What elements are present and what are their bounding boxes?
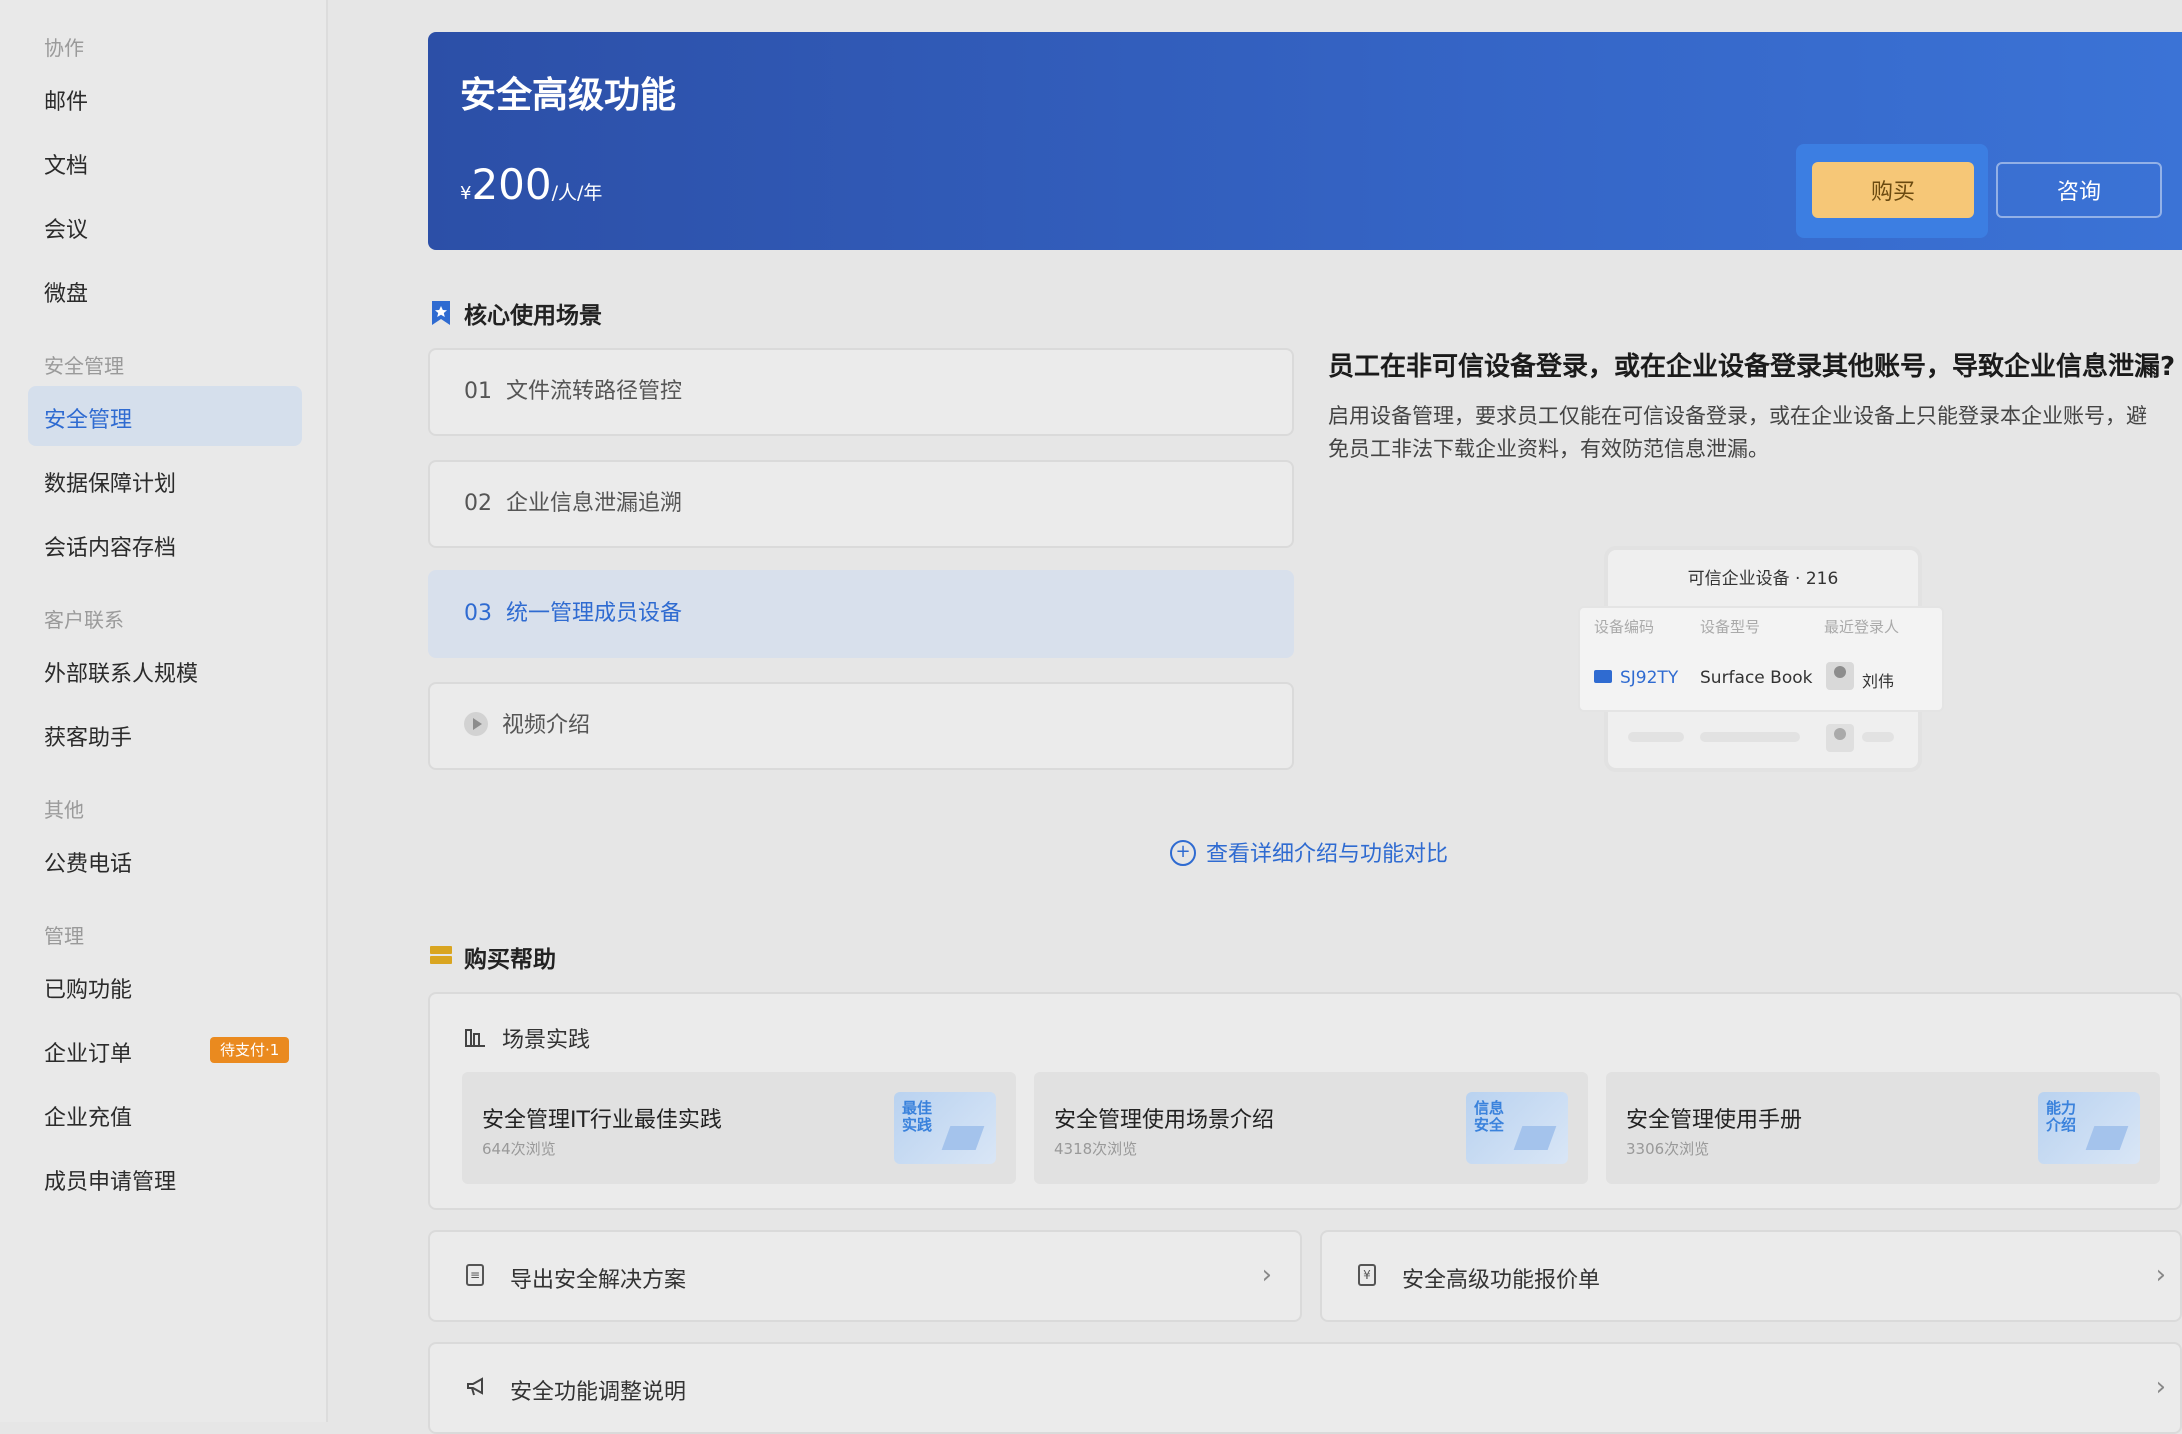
practice-card[interactable]: 安全管理使用场景介绍 4318次浏览 信息安全	[1034, 1072, 1588, 1184]
sidebar: 协作 邮件 文档 会议 微盘 安全管理 安全管理 数据保障计划 会话内容存档 客…	[0, 0, 328, 1422]
sidebar-item-archive[interactable]: 会话内容存档	[44, 530, 176, 562]
view-details-label: 查看详细介绍与功能对比	[1206, 842, 1449, 867]
sidebar-item-meeting[interactable]: 会议	[44, 212, 88, 244]
export-solution-row[interactable]: ≡ 导出安全解决方案 ›	[428, 1230, 1302, 1322]
scenario-item-2[interactable]: 02 企业信息泄漏追溯	[428, 460, 1294, 548]
export-solution-label: 导出安全解决方案	[510, 1268, 687, 1293]
sidebar-item-mail[interactable]: 邮件	[44, 84, 88, 116]
core-scenarios-title: 核心使用场景	[464, 303, 602, 329]
purchase-help-title: 购买帮助	[464, 947, 556, 973]
sidebar-item-external[interactable]: 外部联系人规模	[44, 656, 198, 688]
sidebar-item-docs[interactable]: 文档	[44, 148, 88, 180]
illustration-header: 设备编码	[1594, 618, 1655, 636]
scenario-number: 03	[464, 601, 492, 626]
sidebar-item-phone[interactable]: 公费电话	[44, 846, 132, 878]
illustration-device-code: SJ92TY	[1620, 668, 1679, 688]
scenario-item-1[interactable]: 01 文件流转路径管控	[428, 348, 1294, 436]
illustration-title: 可信企业设备 · 216	[1687, 569, 1839, 589]
quote-row[interactable]: ¥ 安全高级功能报价单 ›	[1320, 1230, 2182, 1322]
sidebar-item-purchased[interactable]: 已购功能	[44, 972, 132, 1004]
feature-banner: 安全高级功能 ¥200/人/年 购买 咨询	[428, 32, 2182, 250]
scenario-label: 文件流转路径管控	[506, 379, 683, 404]
scenario-number: 02	[464, 491, 492, 516]
bookmark-icon	[432, 301, 450, 325]
practice-card-views: 644次浏览	[482, 1140, 556, 1158]
scenario-detail-title: 员工在非可信设备登录，或在企业设备登录其他账号，导致企业信息泄漏?	[1328, 352, 2176, 382]
avatar	[1826, 662, 1854, 690]
group-manage: 管理	[44, 924, 84, 948]
bar-chart-icon	[465, 1029, 485, 1047]
placeholder-bar	[1628, 732, 1684, 742]
chevron-right-icon: ›	[1261, 1260, 1272, 1290]
plus-circle-icon: +	[1170, 840, 1196, 866]
placeholder-bar	[1862, 732, 1894, 742]
video-intro-item[interactable]: 视频介绍	[428, 682, 1294, 770]
scenario-number: 01	[464, 379, 492, 404]
practice-card-image: 信息安全	[1466, 1092, 1568, 1164]
illustration-user: 刘伟	[1862, 672, 1895, 691]
practice-card-views: 4318次浏览	[1054, 1140, 1138, 1158]
practice-card-title: 安全管理使用场景介绍	[1054, 1108, 1275, 1133]
chevron-right-icon: ›	[2155, 1372, 2166, 1402]
invoice-icon: ¥	[1358, 1264, 1376, 1286]
adjust-notes-row[interactable]: 安全功能调整说明 ›	[428, 1342, 2182, 1434]
price: ¥200/人/年	[460, 160, 602, 209]
scenario-item-3[interactable]: 03 统一管理成员设备	[428, 570, 1294, 658]
group-security: 安全管理	[44, 354, 124, 378]
video-intro-label: 视频介绍	[502, 713, 591, 738]
adjust-notes-label: 安全功能调整说明	[510, 1380, 687, 1405]
card-icon	[430, 946, 452, 964]
page-title: 安全高级功能	[460, 75, 677, 116]
sidebar-item-recharge[interactable]: 企业充值	[44, 1100, 132, 1132]
practice-card[interactable]: 安全管理使用手册 3306次浏览 能力介绍	[1606, 1072, 2160, 1184]
practice-card-views: 3306次浏览	[1626, 1140, 1710, 1158]
practice-card-tag: 最佳实践	[902, 1099, 933, 1134]
practice-card[interactable]: 安全管理IT行业最佳实践 644次浏览 最佳实践	[462, 1072, 1016, 1184]
placeholder-bar	[1700, 732, 1800, 742]
practice-card-tag: 能力介绍	[2046, 1099, 2077, 1134]
buy-button[interactable]: 购买	[1812, 162, 1974, 218]
sidebar-item-data-plan[interactable]: 数据保障计划	[44, 466, 176, 498]
practice-card-title: 安全管理使用手册	[1626, 1108, 1803, 1133]
illustration-device-model: Surface Book	[1700, 668, 1813, 688]
practice-card-image: 最佳实践	[894, 1092, 996, 1164]
buy-button-focus-ring: 购买	[1796, 144, 1988, 238]
scenario-detail-text: 启用设备管理，要求员工仅能在可信设备登录，或在企业设备上只能登录本企业账号，避免…	[1328, 404, 2147, 461]
avatar-placeholder	[1826, 724, 1854, 752]
group-other: 其他	[44, 798, 84, 822]
sidebar-item-member-apply[interactable]: 成员申请管理	[44, 1164, 176, 1196]
price-value: 200	[471, 160, 552, 209]
quote-label: 安全高级功能报价单	[1402, 1268, 1601, 1293]
view-details-link[interactable]: + 查看详细介绍与功能对比	[1170, 836, 1448, 868]
group-collab: 协作	[44, 36, 84, 60]
sidebar-item-security[interactable]: 安全管理	[44, 402, 132, 434]
practice-card-title: 安全管理IT行业最佳实践	[482, 1108, 722, 1133]
document-icon: ≡	[466, 1264, 484, 1286]
consult-button[interactable]: 咨询	[1996, 162, 2162, 218]
price-unit: /人/年	[551, 182, 603, 204]
scene-practice-title: 场景实践	[502, 1028, 591, 1053]
sidebar-item-orders[interactable]: 企业订单	[44, 1036, 132, 1068]
sidebar-item-drive[interactable]: 微盘	[44, 276, 88, 308]
practice-card-tag: 信息安全	[1474, 1099, 1505, 1134]
currency-symbol: ¥	[460, 183, 472, 204]
pending-payment-badge: 待支付·1	[210, 1037, 290, 1063]
chevron-right-icon: ›	[2155, 1260, 2166, 1290]
scenario-label: 企业信息泄漏追溯	[506, 491, 683, 516]
sidebar-item-acquire[interactable]: 获客助手	[44, 720, 132, 752]
illustration-header: 最近登录人	[1824, 618, 1900, 636]
megaphone-icon	[467, 1377, 483, 1396]
group-customer: 客户联系	[44, 608, 124, 632]
play-icon	[464, 712, 488, 736]
illustration-header: 设备型号	[1700, 618, 1761, 636]
monitor-icon	[1594, 670, 1612, 683]
scenario-label: 统一管理成员设备	[506, 601, 683, 626]
practice-card-image: 能力介绍	[2038, 1092, 2140, 1164]
